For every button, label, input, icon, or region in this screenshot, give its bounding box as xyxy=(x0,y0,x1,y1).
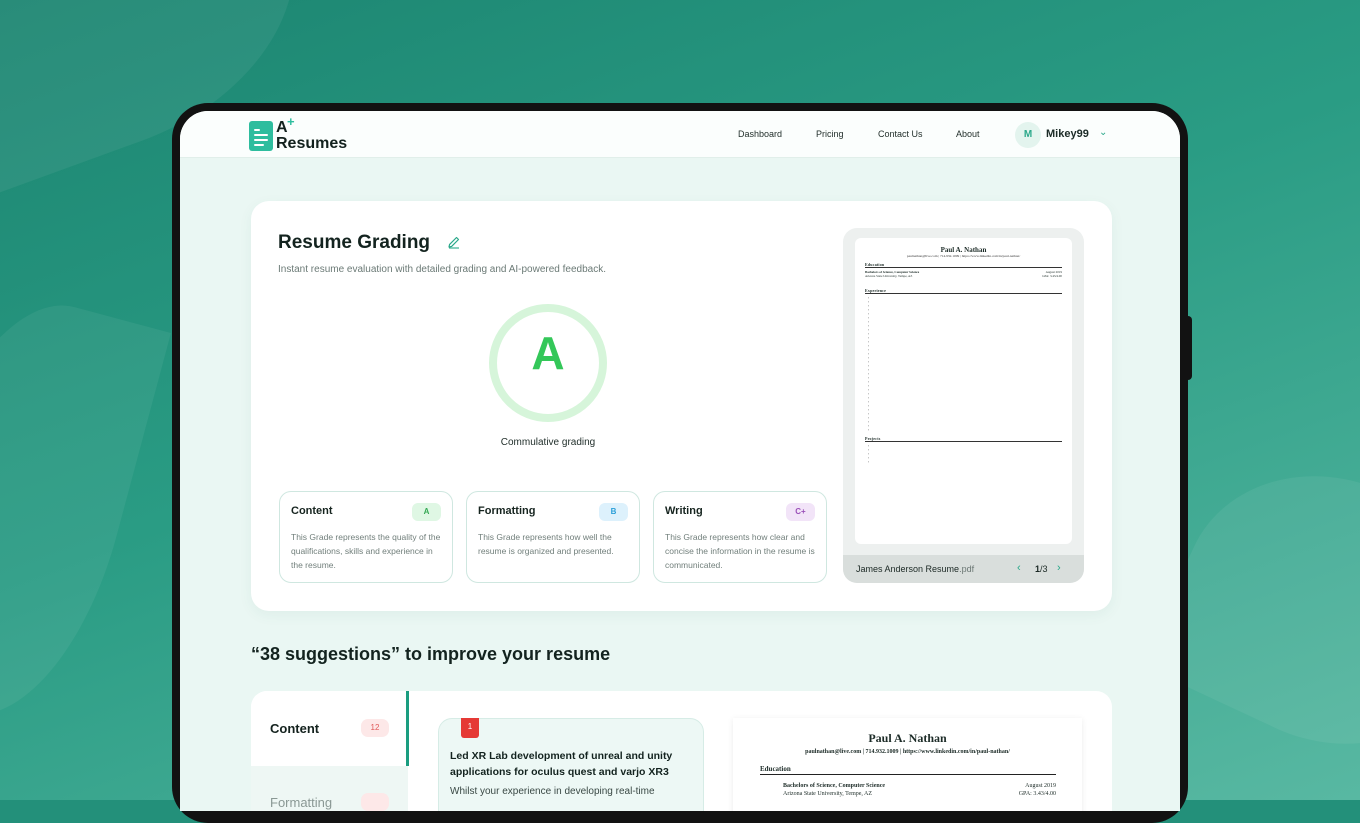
page-title: Resume Grading xyxy=(278,232,431,253)
grading-card: Resume Grading Instant resume evaluation… xyxy=(251,201,1112,611)
grade-card-writing[interactable]: Writing C+ This Grade represents how cle… xyxy=(653,491,827,583)
suggestion-heading: Led XR Lab development of unreal and uni… xyxy=(450,750,673,778)
resume-gpa: GPA: 3.43/4.00 xyxy=(1018,791,1056,797)
resume-contact: paulnathan@live.com | 714.932.1009 | htt… xyxy=(805,749,1010,755)
grade-card-title: Content xyxy=(291,505,333,517)
resume-university: Arizona State University, Tempe, AZ xyxy=(783,791,873,797)
grade-badge: C+ xyxy=(786,503,815,521)
tab-content[interactable]: Content 12 xyxy=(251,691,408,766)
chevron-left-icon[interactable]: ‹ xyxy=(1017,562,1021,574)
preview-footer: James Anderson Resume.pdf ‹ 1/3 › xyxy=(843,555,1084,583)
resume-logo-icon[interactable] xyxy=(249,121,273,151)
resume-line xyxy=(865,428,1062,432)
active-tab-indicator xyxy=(406,691,409,766)
grade-badge: A xyxy=(412,503,441,521)
resume-degree-date: August 2019 xyxy=(1025,783,1056,789)
resume-line xyxy=(865,460,1062,464)
suggestion-card[interactable]: 1 Led XR Lab development of unreal and u… xyxy=(438,718,704,811)
username[interactable]: Mikey99 xyxy=(1046,128,1089,140)
resume-preview: Paul A. Nathan paulnathan@live.com | 714… xyxy=(843,228,1084,583)
grade-card-formatting[interactable]: Formatting B This Grade represents how w… xyxy=(466,491,640,583)
count-badge xyxy=(361,793,389,811)
grade-card-description: This Grade represents how well the resum… xyxy=(478,532,614,556)
logo-text[interactable]: Resumes xyxy=(276,135,347,153)
resume-section-heading: Education xyxy=(760,765,1056,775)
count-badge: 12 xyxy=(361,719,389,737)
suggestions-title: “38 suggestions” to improve your resume xyxy=(251,644,611,664)
suggestion-number: 1 xyxy=(461,718,479,738)
grade-card-title: Writing xyxy=(665,505,703,517)
page-indicator: 1/3 xyxy=(1035,564,1048,574)
resume-section-heading: Experience xyxy=(865,288,1062,294)
page-subtitle: Instant resume evaluation with detailed … xyxy=(278,264,606,275)
resume-page-thumbnail[interactable]: Paul A. Nathan paulnathan@live.com | 714… xyxy=(855,238,1072,544)
app-screen: A + Resumes Dashboard Pricing Contact Us… xyxy=(180,111,1180,811)
resume-section-heading: Projects xyxy=(865,436,1062,442)
avatar[interactable]: M xyxy=(1015,122,1041,148)
resume-name: Paul A. Nathan xyxy=(868,731,947,745)
top-navbar: A + Resumes Dashboard Pricing Contact Us… xyxy=(180,111,1180,158)
resume-contact: paulnathan@live.com | 714.932.1009 | htt… xyxy=(906,254,1021,258)
file-name: James Anderson Resume.pdf xyxy=(856,564,975,574)
grade-card-content[interactable]: Content A This Grade represents the qual… xyxy=(279,491,453,583)
overall-grade-label: Commulative grading xyxy=(500,437,596,448)
overall-grade: A xyxy=(531,327,565,379)
resume-section-heading: Education xyxy=(865,262,1062,268)
chevron-right-icon[interactable]: › xyxy=(1057,562,1061,574)
nav-link-contact[interactable]: Contact Us xyxy=(878,129,923,139)
nav-link-about[interactable]: About xyxy=(956,129,980,139)
resume-document: Paul A. Nathan paulnathan@live.com | 714… xyxy=(733,718,1082,811)
grade-badge: B xyxy=(599,503,628,521)
nav-link-pricing[interactable]: Pricing xyxy=(816,129,844,139)
resume-name: Paul A. Nathan xyxy=(940,246,987,254)
grade-card-description: This Grade represents the quality of the… xyxy=(291,532,441,570)
resume-degree: Bachelors of Science, Computer Science xyxy=(783,783,886,789)
chevron-down-icon[interactable]: ⌄ xyxy=(1099,127,1107,138)
nav-link-dashboard[interactable]: Dashboard xyxy=(738,129,782,139)
suggestions-panel: Content 12 Formatting 1 Led XR Lab devel… xyxy=(251,691,1112,811)
suggestion-body: Whilst your experience in developing rea… xyxy=(450,786,655,797)
grade-card-description: This Grade represents how clear and conc… xyxy=(665,532,815,570)
edit-icon[interactable] xyxy=(447,235,461,249)
grade-card-title: Formatting xyxy=(478,505,536,517)
tab-label: Content xyxy=(270,721,320,736)
tab-formatting[interactable]: Formatting xyxy=(270,795,332,810)
logo-plus-icon: + xyxy=(287,114,295,129)
tablet-side-button xyxy=(1186,316,1192,380)
